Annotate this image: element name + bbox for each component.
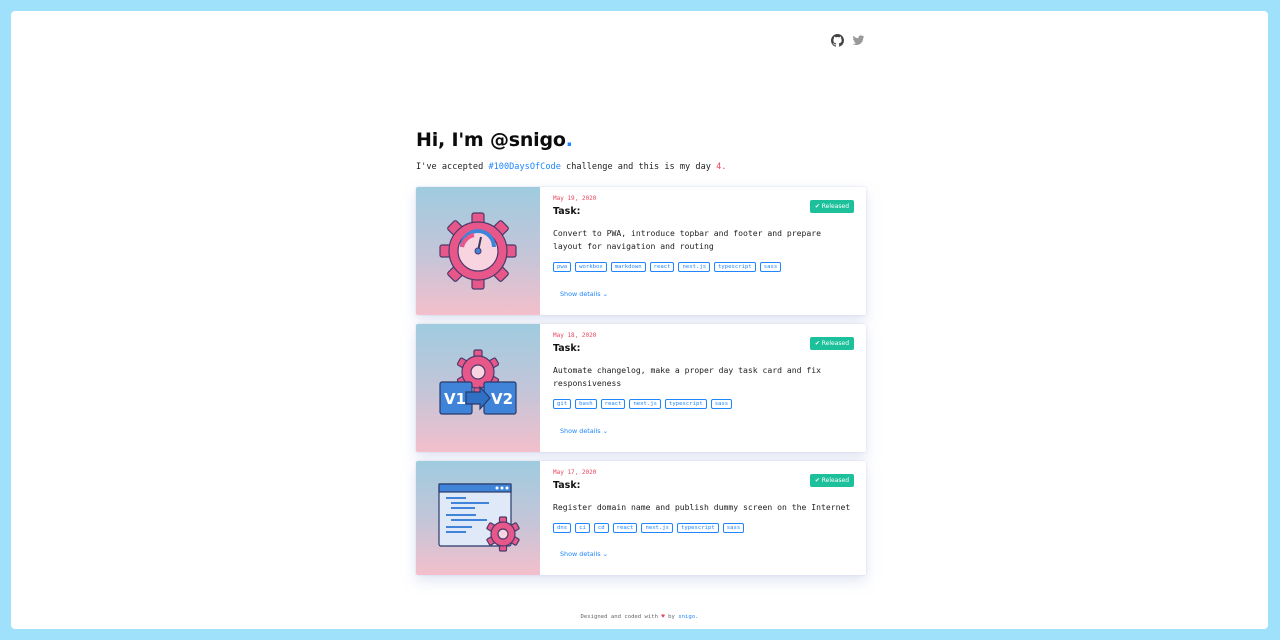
show-details-button[interactable]: Show details ⌄ xyxy=(560,427,608,435)
tag[interactable]: sass xyxy=(759,262,782,272)
task-title: Task: xyxy=(553,480,581,491)
tag[interactable]: typescript xyxy=(677,523,719,533)
card-image xyxy=(416,461,540,575)
twitter-icon[interactable] xyxy=(852,34,865,47)
tag[interactable]: cd xyxy=(593,523,609,533)
task-card: May 19, 2020 Task: ✔ Released Convert to… xyxy=(416,187,866,315)
intro-before: I've accepted xyxy=(416,162,489,172)
card-body: May 19, 2020 Task: ✔ Released Convert to… xyxy=(553,187,854,315)
tag[interactable]: ci xyxy=(575,523,590,533)
tag[interactable]: sass xyxy=(710,399,733,409)
task-description: Register domain name and publish dummy s… xyxy=(553,502,851,512)
tag[interactable]: react xyxy=(649,262,675,272)
author-link[interactable]: snigo xyxy=(678,614,695,620)
intro-text: I've accepted #100DaysOfCode challenge a… xyxy=(416,162,726,172)
browser-settings-icon xyxy=(438,483,520,552)
show-details-button[interactable]: Show details ⌄ xyxy=(560,550,608,558)
task-date: May 17, 2020 xyxy=(553,469,597,476)
tag[interactable]: next.js xyxy=(629,399,662,409)
tag[interactable]: sass xyxy=(722,523,745,533)
greeting-dot: . xyxy=(565,129,573,151)
intro-after: . xyxy=(721,162,727,172)
task-card: May 17, 2020 Task: ✔ Released Register d… xyxy=(416,461,866,575)
v2-label: V2 xyxy=(491,390,513,408)
tag-list: dns ci cd react next.js typescript sass xyxy=(553,523,745,533)
hashtag-link[interactable]: #100DaysOfCode xyxy=(488,162,560,172)
tag[interactable]: typescript xyxy=(714,262,756,272)
social-links xyxy=(831,34,865,47)
page-title: Hi, I'm @snigo. xyxy=(416,129,573,151)
v1-label: V1 xyxy=(444,390,466,408)
tag[interactable]: git xyxy=(553,399,572,409)
greeting-text: Hi, I'm @snigo xyxy=(416,129,566,151)
footer-by: by xyxy=(664,614,679,620)
card-image: V1 V2 xyxy=(416,324,540,452)
show-details-button[interactable]: Show details ⌄ xyxy=(560,290,608,298)
tag[interactable]: react xyxy=(600,399,626,409)
tag[interactable]: pwa xyxy=(553,262,572,272)
status-badge: ✔ Released xyxy=(809,474,854,487)
version-upgrade-icon: V1 V2 xyxy=(439,349,517,415)
card-body: May 17, 2020 Task: ✔ Released Register d… xyxy=(553,461,854,575)
tag[interactable]: bash xyxy=(575,399,597,409)
tag[interactable]: typescript xyxy=(665,399,707,409)
tag[interactable]: workbox xyxy=(575,262,607,272)
task-date: May 18, 2020 xyxy=(553,332,597,339)
task-title: Task: xyxy=(553,206,581,217)
tag[interactable]: react xyxy=(612,523,638,533)
task-date: May 19, 2020 xyxy=(553,195,597,202)
tag[interactable]: next.js xyxy=(678,262,711,272)
intro-middle: challenge and this is my day xyxy=(560,162,717,172)
github-icon[interactable] xyxy=(831,34,844,47)
tag-list: pwa workbox markdown react next.js types… xyxy=(553,262,782,272)
tag[interactable]: dns xyxy=(553,523,572,533)
task-description: Automate changelog, make a proper day ta… xyxy=(553,365,822,388)
settings-gauge-icon xyxy=(439,212,517,290)
task-description: Convert to PWA, introduce topbar and foo… xyxy=(553,228,822,251)
footer-end: . xyxy=(695,614,699,620)
status-badge: ✔ Released xyxy=(809,337,854,350)
footer-text: Designed and coded with xyxy=(580,614,662,620)
task-list: May 19, 2020 Task: ✔ Released Convert to… xyxy=(416,187,866,584)
tag[interactable]: markdown xyxy=(610,262,646,272)
page-footer: Designed and coded with ♥ by snigo. xyxy=(11,614,1268,620)
page-frame: Hi, I'm @snigo. I've accepted #100DaysOf… xyxy=(11,11,1268,629)
task-card: V1 V2 May 18, 2020 Task: ✔ Released Auto… xyxy=(416,324,866,452)
task-title: Task: xyxy=(553,343,581,354)
card-image xyxy=(416,187,540,315)
tag[interactable]: next.js xyxy=(641,523,674,533)
tag-list: git bash react next.js typescript sass xyxy=(553,399,733,409)
status-badge: ✔ Released xyxy=(809,200,854,213)
card-body: May 18, 2020 Task: ✔ Released Automate c… xyxy=(553,324,854,452)
